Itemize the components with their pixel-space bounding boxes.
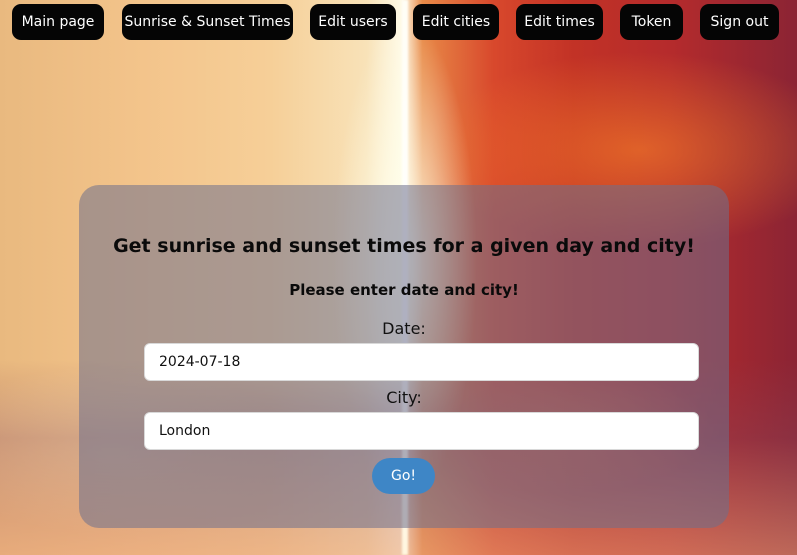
- form-subtitle: Please enter date and city!: [289, 281, 519, 299]
- nav-main-page-button[interactable]: Main page: [12, 4, 104, 40]
- sunrise-sunset-form-panel: Get sunrise and sunset times for a given…: [79, 185, 729, 528]
- nav-sunrise-sunset-button[interactable]: Sunrise & Sunset Times: [122, 4, 293, 40]
- nav-edit-users-button[interactable]: Edit users: [310, 4, 396, 40]
- nav-token-button[interactable]: Token: [620, 4, 683, 40]
- form-title: Get sunrise and sunset times for a given…: [113, 235, 695, 257]
- date-input[interactable]: [144, 343, 699, 381]
- city-label: City:: [386, 388, 422, 407]
- nav-sign-out-button[interactable]: Sign out: [700, 4, 779, 40]
- top-navigation: Main page Sunrise & Sunset Times Edit us…: [0, 0, 797, 50]
- date-label: Date:: [382, 319, 426, 338]
- city-input[interactable]: [144, 412, 699, 450]
- go-button[interactable]: Go!: [372, 458, 435, 494]
- nav-edit-cities-button[interactable]: Edit cities: [413, 4, 499, 40]
- nav-edit-times-button[interactable]: Edit times: [516, 4, 603, 40]
